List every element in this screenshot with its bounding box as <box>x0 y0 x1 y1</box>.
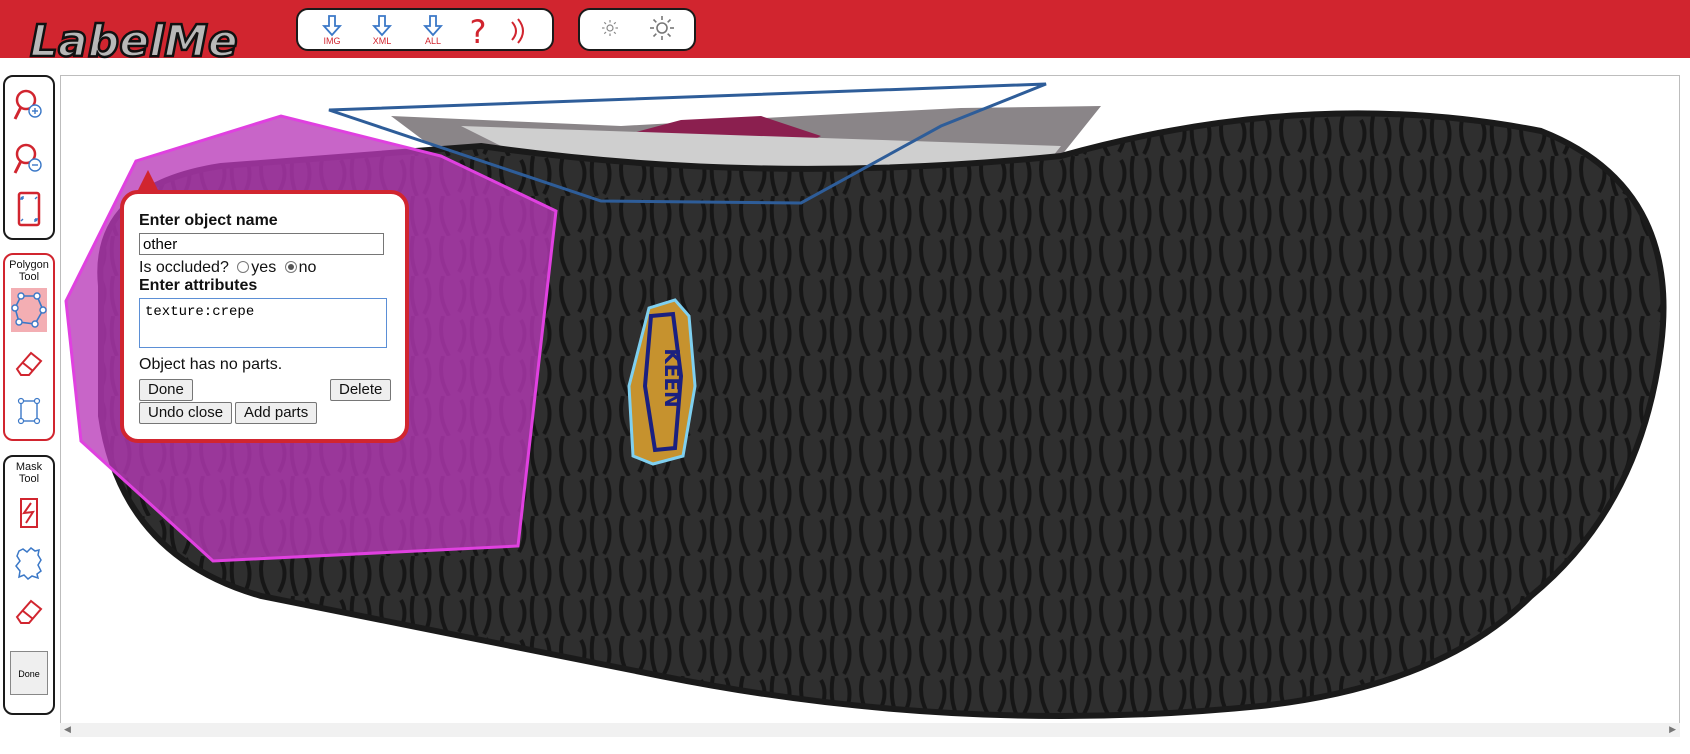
fit-screen-button[interactable] <box>11 189 47 229</box>
download-all-button[interactable]: ALL <box>413 12 453 50</box>
polygon-tool-panel: Polygon Tool <box>3 253 55 441</box>
polygon-icon <box>11 292 47 328</box>
fit-screen-icon <box>17 191 41 227</box>
zoom-in-icon <box>13 89 42 120</box>
signal-button[interactable] <box>498 12 538 50</box>
mask-done-button[interactable]: Done <box>10 651 48 695</box>
brightness-down-icon <box>602 20 618 36</box>
mask-eraser-button[interactable] <box>11 591 47 631</box>
occluded-yes-label: yes <box>251 259 277 276</box>
dialog-pointer <box>137 170 159 192</box>
attributes-textarea[interactable]: texture:crepe <box>139 298 387 348</box>
brightness-toolbar <box>578 8 696 51</box>
object-name-dialog: Enter object name Is occluded? yes no En… <box>120 190 409 443</box>
brand-badge-text: KEEN <box>660 348 684 408</box>
download-img-button[interactable]: IMG <box>312 12 352 50</box>
parts-status: Object has no parts. <box>139 356 283 373</box>
signal-waves-icon <box>511 18 524 44</box>
polygon-eraser-button[interactable] <box>11 343 47 383</box>
object-name-heading: Enter object name <box>139 212 278 229</box>
logo-text: LabelMe <box>30 16 238 67</box>
brightness-up-button[interactable] <box>642 12 682 50</box>
polygon-tool-title: Polygon Tool <box>9 259 49 283</box>
occluded-yes-radio[interactable] <box>237 260 250 273</box>
download-img-label: IMG <box>323 36 341 46</box>
scroll-left-icon[interactable]: ◀ <box>64 724 71 735</box>
download-xml-button[interactable]: XML <box>362 12 402 50</box>
add-parts-button[interactable]: Add parts <box>235 402 318 424</box>
undo-close-button[interactable]: Undo close <box>139 402 233 424</box>
attributes-heading: Enter attributes <box>139 277 258 294</box>
download-all-label: ALL <box>424 36 441 46</box>
horizontal-scrollbar[interactable]: ◀ ▶ <box>60 723 1680 737</box>
zoom-panel <box>3 75 55 240</box>
bounding-box-icon <box>17 397 41 425</box>
top-bar: LabelMe IMG XML ALL ? <box>0 0 1690 68</box>
help-button[interactable]: ? <box>458 12 498 50</box>
download-arrow-icon <box>321 15 343 37</box>
zoom-in-button[interactable] <box>11 85 47 125</box>
delete-button[interactable]: Delete <box>330 379 392 401</box>
download-arrow-icon <box>371 15 393 37</box>
scroll-right-icon[interactable]: ▶ <box>1669 724 1676 735</box>
mask-tool-title: Mask Tool <box>15 461 43 485</box>
bounding-box-button[interactable] <box>11 391 47 431</box>
object-name-input[interactable] <box>139 233 384 255</box>
mask-region-icon <box>15 547 42 580</box>
brightness-up-icon <box>650 16 674 40</box>
download-xml-label: XML <box>372 36 392 46</box>
occluded-row: Is occluded? yes no <box>139 259 316 277</box>
export-toolbar: IMG XML ALL ? <box>296 8 554 51</box>
zoom-out-button[interactable] <box>11 139 47 179</box>
help-question-icon: ? <box>470 14 487 48</box>
scribble-button[interactable] <box>11 493 47 533</box>
brightness-down-button[interactable] <box>590 14 630 52</box>
svg-text:?: ? <box>470 14 487 48</box>
labelme-logo[interactable]: LabelMe <box>24 10 256 70</box>
mask-region-button[interactable] <box>11 543 47 583</box>
done-button[interactable]: Done <box>139 379 193 401</box>
occluded-no-radio[interactable] <box>284 260 297 273</box>
occluded-label: Is occluded? <box>139 259 229 276</box>
zoom-out-icon <box>13 143 42 174</box>
occluded-no-label: no <box>298 259 317 276</box>
eraser-icon <box>15 351 43 376</box>
download-arrow-icon <box>422 15 444 37</box>
scribble-icon <box>20 498 38 528</box>
polygon-tool-button[interactable] <box>11 288 47 332</box>
mask-tool-panel: Mask Tool Done <box>3 455 55 715</box>
eraser-icon <box>15 599 43 624</box>
